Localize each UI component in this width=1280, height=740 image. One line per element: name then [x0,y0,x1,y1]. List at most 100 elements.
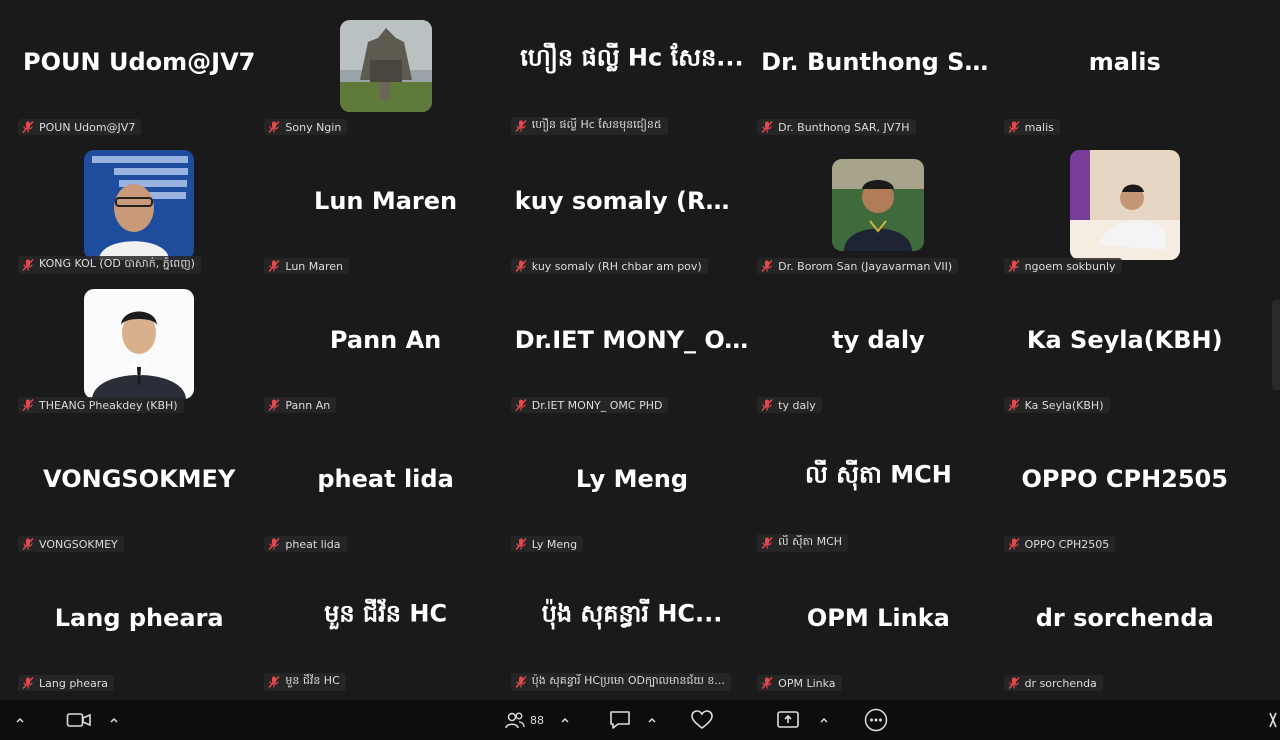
muted-mic-icon [1008,538,1020,550]
participant-name-text: Pann An [285,398,331,412]
participant-tile[interactable]: Sony Ngin [262,0,509,139]
participant-name-label: malis [1003,119,1060,135]
more-options-icon[interactable] [864,708,888,732]
video-options-chevron-icon[interactable] [108,708,120,732]
participant-name-label: ហឿន ផល្លី Hc សែនមុនជៀន៥ [510,117,668,135]
participant-name-label: POUN Udom@JV7 [18,119,142,135]
muted-mic-icon [515,538,527,550]
participant-name-text: OPM Linka [778,676,836,690]
participant-tile[interactable]: Dr. Bunthong SA... Dr. Bunthong SAR, JV7H [755,0,1002,139]
participant-tile[interactable]: Dr. Borom San (Jayavarman VII) [755,139,1002,278]
muted-mic-icon [1008,399,1020,411]
participant-name-text: VONGSOKMEY [39,537,118,551]
participant-avatar [84,150,195,260]
participant-display-name: dr sorchenda [1035,603,1214,632]
participants-count: 88 [530,713,544,727]
participant-avatar [1069,150,1180,260]
participant-display-name: លី ស៊ីតា MCH [804,460,952,489]
participant-name-label: KONG KOL (OD បាសាក់, ភ្នំពេញ) [18,256,201,274]
participants-chevron-icon[interactable] [559,708,571,732]
participant-tile[interactable]: មួន ជីវ័ន HC មួន ជីវ័ន HC [262,556,509,695]
participant-name-text: POUN Udom@JV7 [39,120,136,134]
participant-tile[interactable]: ngoem sokbunly [1001,139,1248,278]
participant-tile[interactable]: ហឿន ផល្លី Hc សែន... ហឿន ផល្លី Hc សែនមុនជៀ… [508,0,756,139]
muted-mic-icon [22,677,34,689]
participant-tile[interactable]: Lun Maren Lun Maren [262,139,509,278]
muted-mic-icon [761,260,773,272]
participant-display-name: Lang pheara [54,603,224,632]
participant-display-name: OPPO CPH2505 [1021,464,1228,493]
participant-tile[interactable]: malis malis [1001,0,1248,139]
participant-name-text: ty daly [778,398,816,412]
share-chevron-icon[interactable] [818,708,830,732]
participant-tile[interactable]: POUN Udom@JV7 POUN Udom@JV7 [16,0,263,139]
muted-mic-icon [761,399,773,411]
participant-avatar [84,289,195,399]
participant-tile[interactable]: OPPO CPH2505 OPPO CPH2505 [1001,417,1248,556]
participant-name-label: Dr.IET MONY_ OMC PHD [510,397,669,413]
participant-tile[interactable]: ប៉ុង សុគន្ធារី HC... ប៉ុង សុគន្ធារី HCប្រ… [508,556,756,695]
participant-name-text: Dr. Borom San (Jayavarman VII) [778,259,953,273]
participant-name-label: Lang pheara [18,675,115,691]
muted-mic-icon [22,399,34,411]
participant-display-name: VONGSOKMEY [43,464,236,493]
leave-button-partial-icon[interactable] [1266,708,1280,732]
share-screen-icon[interactable] [776,708,800,732]
participant-name-text: kuy somaly (RH chbar am pov) [531,259,702,273]
participant-name-label: Dr. Borom San (Jayavarman VII) [757,258,959,274]
participant-name-text: មួន ជីវ័ន HC [285,674,340,687]
participant-tile[interactable]: VONGSOKMEY VONGSOKMEY [16,417,263,556]
participant-tile[interactable]: ty daly ty daly [755,278,1002,417]
participant-tile[interactable]: Pann An Pann An [262,278,509,417]
chat-icon[interactable] [608,708,632,732]
participant-name-text: Dr. Bunthong SAR, JV7H [778,120,910,134]
participant-name-text: Dr.IET MONY_ OMC PHD [531,398,663,412]
participant-tile[interactable]: dr sorchenda dr sorchenda [1001,556,1248,695]
side-scroll-handle[interactable] [1272,300,1280,390]
muted-mic-icon [515,260,527,272]
video-grid: POUN Udom@JV7 POUN Udom@JV7 Sony Ngin ហឿន ផ… [16,0,1256,700]
participant-name-text: Lun Maren [285,259,344,273]
reactions-heart-icon[interactable] [690,708,714,732]
participant-name-text: Sony Ngin [285,120,342,134]
participant-name-text: ហឿន ផល្លី Hc សែនមុនជៀន៥ [531,118,662,131]
muted-mic-icon [268,121,280,133]
chevron-up-icon[interactable] [14,708,26,732]
participant-tile[interactable]: Ka Seyla(KBH) Ka Seyla(KBH) [1001,278,1248,417]
participant-tile[interactable]: pheat lida pheat lida [262,417,509,556]
participant-tile[interactable]: លី ស៊ីតា MCH លី ស៊ីតា MCH [755,417,1002,556]
participant-display-name: malis [1088,47,1161,76]
video-camera-icon[interactable] [66,708,92,732]
muted-mic-icon [761,537,773,549]
participant-tile[interactable]: kuy somaly (RH... kuy somaly (RH chbar am… [508,139,756,278]
participant-tile[interactable]: Dr.IET MONY_ O... Dr.IET MONY_ OMC PHD [508,278,756,417]
participant-tile[interactable]: Lang pheara Lang pheara [16,556,263,695]
participant-tile[interactable]: OPM Linka OPM Linka [755,556,1002,695]
participant-name-label: OPM Linka [757,675,842,691]
participant-name-label: Pann An [264,397,337,413]
muted-mic-icon [761,677,773,689]
participant-name-label: មួន ជីវ័ន HC [264,673,346,691]
participant-display-name: Lun Maren [314,186,458,215]
participant-display-name: ប៉ុង សុគន្ធារី HC... [541,599,723,628]
participant-name-label: pheat lida [264,536,347,552]
participant-name-text: Ka Seyla(KBH) [1024,398,1104,412]
participant-name-label: dr sorchenda [1003,675,1103,691]
participant-name-label: ប៉ុង សុគន្ធារី HCប្រមោ ODក្បាលមានជ័យ ខ..… [510,673,731,691]
participant-name-label: Lun Maren [264,258,350,274]
participant-tile[interactable]: THEANG Pheakdey (KBH) [16,278,263,417]
participant-tile[interactable]: KONG KOL (OD បាសាក់, ភ្នំពេញ) [16,139,263,278]
chat-chevron-icon[interactable] [646,708,658,732]
participant-name-text: KONG KOL (OD បាសាក់, ភ្នំពេញ) [39,257,195,270]
participant-display-name: ty daly [832,325,925,354]
muted-mic-icon [1008,677,1020,689]
participant-display-name: Dr. Bunthong SA... [761,47,1002,76]
participant-display-name: OPM Linka [806,603,950,632]
participant-name-label: លី ស៊ីតា MCH [757,534,849,552]
muted-mic-icon [515,676,527,688]
participant-name-text: pheat lida [285,537,341,551]
participants-button[interactable]: 88 [504,708,544,732]
participant-tile[interactable]: Ly Meng Ly Meng [508,417,756,556]
participant-name-label: VONGSOKMEY [18,536,124,552]
muted-mic-icon [515,120,527,132]
